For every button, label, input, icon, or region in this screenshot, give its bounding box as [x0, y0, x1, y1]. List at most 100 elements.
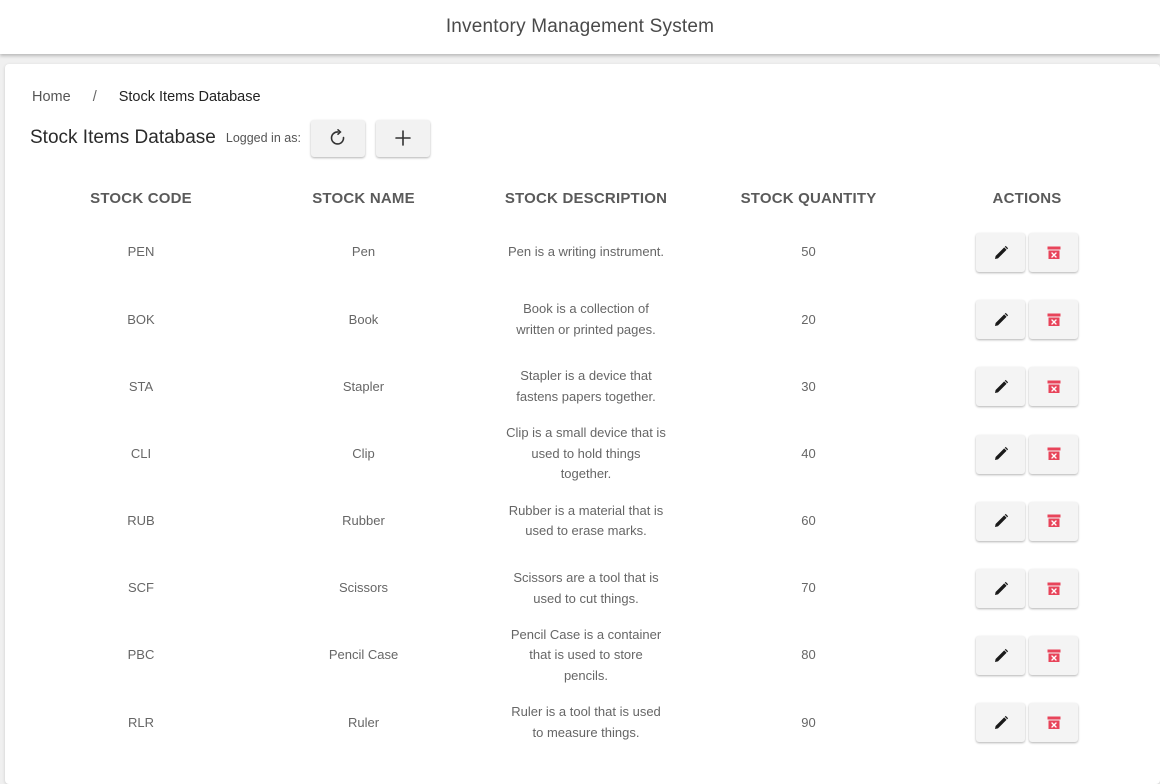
stock-description-cell: Book is a collection of written or print…: [516, 301, 656, 337]
stock-name-cell: Ruler: [347, 714, 380, 730]
stock-description-cell: Ruler is a tool that is used to measure …: [511, 704, 661, 740]
stock-name-cell: Stapler: [342, 378, 385, 394]
stock-code-cell: SCF: [128, 580, 154, 596]
delete-button[interactable]: [1029, 300, 1078, 340]
plus-icon: [394, 129, 412, 147]
actions-cell: [921, 219, 1133, 286]
breadcrumb: Home / Stock Items Database: [32, 89, 261, 105]
delete-button[interactable]: [1029, 569, 1078, 609]
stock-quantity-cell: 50: [801, 244, 816, 260]
stock-code-cell: RLR: [127, 714, 154, 730]
pencil-icon: [992, 445, 1010, 463]
page-title: Stock Items Database: [30, 127, 216, 148]
breadcrumb-home-link[interactable]: Home: [32, 89, 71, 105]
table-row: PEN Pen Pen is a writing instrument. 50: [31, 219, 1133, 286]
stock-description-cell: Scissors are a tool that is used to cut …: [513, 570, 659, 606]
actions-cell: [921, 421, 1133, 488]
stock-description-cell: Rubber is a material that is used to era…: [508, 502, 664, 539]
column-header-actions: ACTIONS: [992, 189, 1062, 207]
stock-quantity-cell: 80: [801, 647, 816, 663]
delete-bin-icon: [1046, 446, 1062, 462]
stock-code-cell: CLI: [130, 445, 152, 461]
delete-button[interactable]: [1029, 367, 1078, 407]
actions-cell: [921, 286, 1133, 353]
edit-button[interactable]: [976, 703, 1025, 743]
table-row: SCF Scissors Scissors are a tool that is…: [31, 555, 1133, 622]
stock-description-cell: Stapler is a device that fastens papers …: [516, 368, 656, 404]
pencil-icon: [992, 714, 1010, 732]
row-actions: [921, 367, 1133, 407]
table-row: CLI Clip Clip is a small device that is …: [31, 421, 1133, 488]
row-actions: [921, 434, 1133, 474]
pencil-icon: [992, 244, 1010, 262]
delete-bin-icon: [1046, 715, 1062, 731]
stock-quantity-cell: 70: [801, 580, 816, 596]
delete-button[interactable]: [1029, 501, 1078, 541]
pencil-icon: [992, 512, 1010, 530]
delete-bin-icon: [1046, 581, 1062, 597]
stock-name-cell: Pen: [351, 244, 376, 260]
delete-bin-icon: [1046, 245, 1062, 261]
actions-cell: [921, 555, 1133, 622]
column-header-stock-description[interactable]: STOCK DESCRIPTION: [476, 177, 696, 219]
row-actions: [921, 300, 1133, 340]
stock-name-cell: Scissors: [338, 580, 389, 596]
edit-button[interactable]: [976, 434, 1025, 474]
row-actions: [921, 569, 1133, 609]
edit-button[interactable]: [976, 569, 1025, 609]
delete-bin-icon: [1046, 379, 1062, 395]
delete-button[interactable]: [1029, 434, 1078, 474]
stock-code-cell: PBC: [127, 647, 155, 663]
pencil-icon: [992, 378, 1010, 396]
row-actions: [921, 501, 1133, 541]
actions-cell: [921, 689, 1133, 756]
edit-button[interactable]: [976, 300, 1025, 340]
column-header-stock-quantity[interactable]: STOCK QUANTITY: [696, 177, 921, 219]
breadcrumb-current: Stock Items Database: [118, 89, 261, 105]
pencil-icon: [992, 311, 1010, 329]
delete-button[interactable]: [1029, 233, 1078, 273]
row-actions: [921, 233, 1133, 273]
stock-code-cell: RUB: [127, 513, 155, 529]
row-actions: [921, 703, 1133, 743]
add-item-button[interactable]: [375, 119, 430, 157]
refresh-button[interactable]: [310, 119, 365, 157]
logged-in-label: Logged in as:: [225, 131, 301, 145]
main-card: Home / Stock Items Database Stock Items …: [5, 64, 1160, 784]
stock-description-cell: Pen is a writing instrument.: [507, 244, 665, 260]
stock-description-cell: Clip is a small device that is used to h…: [506, 425, 666, 482]
edit-button[interactable]: [976, 636, 1025, 676]
page-header: Stock Items Database Logged in as:: [30, 119, 430, 157]
pencil-icon: [992, 580, 1010, 598]
delete-button[interactable]: [1029, 703, 1078, 743]
actions-cell: [921, 488, 1133, 555]
edit-button[interactable]: [976, 367, 1025, 407]
actions-cell: [921, 622, 1133, 689]
stock-quantity-cell: 60: [801, 513, 816, 529]
actions-cell: [921, 353, 1133, 420]
column-header-stock-name[interactable]: STOCK NAME: [251, 177, 476, 219]
stock-quantity-cell: 40: [801, 445, 816, 461]
stock-name-cell: Rubber: [342, 513, 385, 529]
table-row: RUB Rubber Rubber is a material that is …: [31, 488, 1133, 555]
app-title: Inventory Management System: [445, 16, 715, 37]
stock-quantity-cell: 90: [801, 714, 816, 730]
refresh-icon: [328, 128, 348, 148]
stock-description-cell: Pencil Case is a container that is used …: [510, 626, 662, 683]
stock-name-cell: Pencil Case: [328, 647, 399, 663]
delete-bin-icon: [1046, 513, 1062, 529]
stock-quantity-cell: 20: [801, 311, 816, 327]
table-row: BOK Book Book is a collection of written…: [31, 286, 1133, 353]
stock-name-cell: Book: [348, 311, 379, 327]
stock-code-cell: BOK: [127, 311, 155, 327]
app-bar: Inventory Management System: [0, 0, 1160, 54]
stock-code-cell: STA: [128, 378, 154, 394]
table-row: STA Stapler Stapler is a device that fas…: [31, 353, 1133, 420]
edit-button[interactable]: [976, 233, 1025, 273]
delete-bin-icon: [1046, 312, 1062, 328]
column-header-stock-code[interactable]: STOCK CODE: [31, 177, 251, 219]
delete-button[interactable]: [1029, 636, 1078, 676]
table-row: PBC Pencil Case Pencil Case is a contain…: [31, 622, 1133, 689]
edit-button[interactable]: [976, 501, 1025, 541]
stock-table: STOCK CODE STOCK NAME STOCK DESCRIPTION …: [31, 177, 1133, 757]
